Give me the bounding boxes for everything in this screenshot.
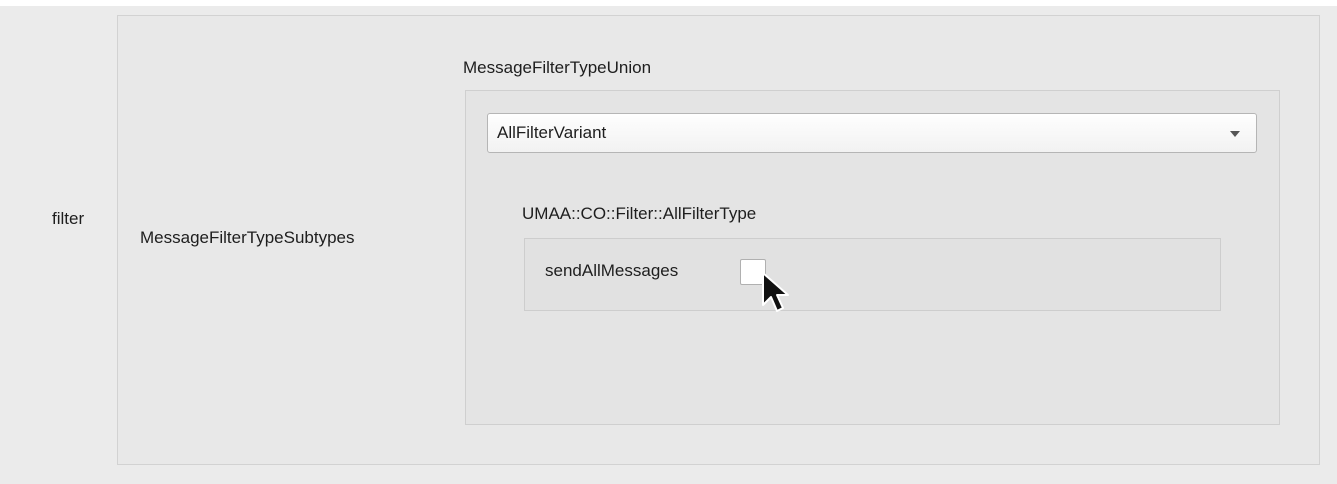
variant-select-value: AllFilterVariant: [497, 123, 607, 142]
variant-select[interactable]: AllFilterVariant: [487, 113, 1257, 153]
filter-field-label: filter: [52, 209, 85, 228]
chevron-down-icon: [1230, 131, 1240, 137]
top-strip: [0, 0, 1337, 6]
variant-type-title: UMAA::CO::Filter::AllFilterType: [522, 204, 757, 223]
form-page: filter MessageFilterTypeSubtypes Message…: [0, 0, 1337, 484]
subtypes-label: MessageFilterTypeSubtypes: [140, 228, 355, 247]
send-all-messages-label: sendAllMessages: [545, 261, 679, 280]
union-title: MessageFilterTypeUnion: [463, 58, 652, 77]
send-all-messages-checkbox[interactable]: [740, 259, 766, 285]
